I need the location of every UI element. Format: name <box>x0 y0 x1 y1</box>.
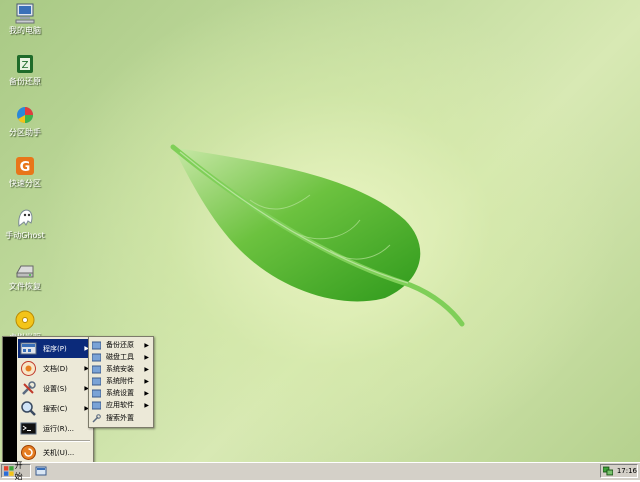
submenu-arrow-icon: ▶ <box>144 353 149 361</box>
submenu-item-disk-tools[interactable]: 磁盘工具 ▶ <box>90 351 152 363</box>
start-menu-item-search[interactable]: 搜索(C) ▶ <box>18 399 92 418</box>
submenu-item-label: 系统安装 <box>106 365 134 373</box>
windows-logo-icon <box>4 466 14 476</box>
submenu-arrow-icon: ▶ <box>144 389 149 397</box>
start-menu-item-label: 运行(R)... <box>43 424 75 433</box>
start-menu-item-programs[interactable]: 程序(P) ▶ <box>18 339 92 358</box>
backup-icon: Z <box>17 55 33 73</box>
desktop-icon-label: 文件恢复 <box>9 282 41 291</box>
submenu-arrow-icon: ▶ <box>144 401 149 409</box>
start-menu: 程序(P) ▶ 文档(D) ▶ 设置(S) ▶ 搜索(C) ▶ 运行(R)...… <box>2 336 94 465</box>
start-menu-item-label: 程序(P) <box>43 344 67 353</box>
submenu-item-label: 系统附件 <box>106 377 134 385</box>
submenu-item-label: 应用软件 <box>106 401 134 409</box>
start-menu-item-label: 搜索(C) <box>43 404 68 413</box>
submenu-item-label: 备份还原 <box>106 341 134 349</box>
start-menu-item-label: 设置(S) <box>43 384 67 393</box>
desktop-icon-label: 手动Ghost <box>5 231 45 240</box>
svg-text:G: G <box>20 160 31 175</box>
submenu-item-label: 磁盘工具 <box>106 353 134 361</box>
submenu-arrow-icon: ▶ <box>144 377 149 385</box>
programs-submenu: 备份还原 ▶ 磁盘工具 ▶ 系统安装 ▶ 系统附件 ▶ 系统设置 ▶ 应用软件 … <box>88 336 154 428</box>
submenu-item-system-accessories[interactable]: 系统附件 ▶ <box>90 375 152 387</box>
settings-icon <box>22 381 36 395</box>
computer-icon <box>15 3 35 24</box>
desktop-icon-my-computer[interactable]: 我的电脑 <box>2 2 48 36</box>
folder-icon <box>92 365 101 373</box>
run-icon <box>20 422 37 435</box>
partition-assistant-icon <box>17 107 33 124</box>
desktop-icon-label: 快速分区 <box>9 179 41 188</box>
folder-icon <box>92 401 101 409</box>
submenu-item-search-plugins[interactable]: 搜索外置 <box>90 412 152 424</box>
taskbar: 开始 17:16 <box>0 461 640 481</box>
start-button-label: 开始 <box>14 461 23 481</box>
submenu-item-system-settings[interactable]: 系统设置 ▶ <box>90 387 152 399</box>
svg-text:Z: Z <box>22 60 29 71</box>
desktop-icon-backup[interactable]: Z 备份还原 <box>2 53 48 87</box>
folder-icon <box>92 353 101 361</box>
show-desktop-icon[interactable] <box>35 465 47 477</box>
system-tray: 17:16 <box>600 464 638 478</box>
file-recovery-icon <box>16 265 34 278</box>
folder-icon <box>92 389 101 397</box>
ghost-icon <box>18 209 33 227</box>
clock[interactable]: 17:16 <box>617 467 637 475</box>
submenu-item-applications[interactable]: 应用软件 ▶ <box>90 399 152 411</box>
start-menu-item-run[interactable]: 运行(R)... <box>18 419 92 438</box>
desktop-icon-manual-ghost[interactable]: 手动Ghost <box>2 207 48 241</box>
start-menu-item-label: 文档(D) <box>43 364 68 373</box>
start-menu-sidebar <box>3 337 17 464</box>
network-icon[interactable] <box>603 466 613 476</box>
leaf-wallpaper-graphic <box>170 144 465 327</box>
start-menu-item-label: 关机(U)... <box>43 448 75 457</box>
search-plugin-icon <box>92 413 101 423</box>
desktop-icon-label: 备份还原 <box>9 77 41 86</box>
submenu-item-label: 搜索外置 <box>106 414 134 422</box>
submenu-arrow-icon: ▶ <box>144 365 149 373</box>
desktop-icon-label: 我的电脑 <box>9 26 41 35</box>
desktop-icon-partition-assistant[interactable]: 分区助手 <box>2 104 48 138</box>
shutdown-icon <box>21 445 36 460</box>
search-icon <box>21 401 36 416</box>
start-menu-item-documents[interactable]: 文档(D) ▶ <box>18 359 92 378</box>
submenu-item-label: 系统设置 <box>106 389 134 397</box>
virtual-drive-icon <box>15 310 35 330</box>
start-menu-item-settings[interactable]: 设置(S) ▶ <box>18 379 92 398</box>
submenu-arrow-icon: ▶ <box>144 341 149 349</box>
quick-partition-icon: G <box>16 157 34 175</box>
submenu-item-backup-restore[interactable]: 备份还原 ▶ <box>90 339 152 351</box>
documents-icon <box>21 361 36 376</box>
folder-icon <box>92 341 101 349</box>
start-button[interactable]: 开始 <box>1 461 31 481</box>
desktop-icon-label: 分区助手 <box>9 128 41 137</box>
desktop-icon-quick-partition[interactable]: G 快速分区 <box>2 155 48 189</box>
folder-icon <box>92 377 101 385</box>
submenu-item-system-install[interactable]: 系统安装 ▶ <box>90 363 152 375</box>
start-menu-separator <box>20 440 90 442</box>
programs-icon <box>20 342 37 355</box>
desktop-icon-file-recovery[interactable]: 文件恢复 <box>2 258 48 292</box>
